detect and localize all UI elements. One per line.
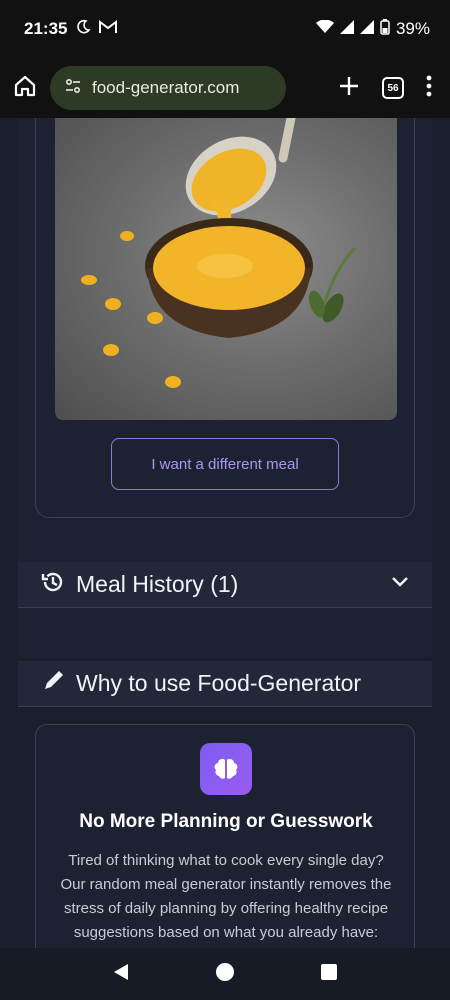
why-use-title: Why to use Food-Generator [76,670,362,696]
battery-icon [380,18,390,40]
gmail-icon [99,19,118,39]
new-tab-icon[interactable] [338,75,360,102]
status-bar: 21:35 39% [0,0,450,58]
system-navigation-bar [0,948,450,1000]
history-icon [40,569,66,600]
site-settings-icon[interactable] [64,77,82,100]
url-text[interactable]: food-generator.com [92,78,239,98]
feature-title: No More Planning or Guesswork [79,811,373,832]
why-use-header: Why to use Food-Generator [18,661,432,707]
page-content: I want a different meal Meal History (1)… [0,118,450,948]
sauce-bowl-illustration [81,118,357,388]
chevron-down-icon[interactable] [390,575,410,594]
brain-icon [200,743,252,795]
signal-icon [339,19,354,39]
recents-icon[interactable] [320,963,338,986]
back-icon[interactable] [112,962,130,987]
home-icon[interactable] [12,73,38,104]
tab-switcher-button[interactable]: 56 [382,77,404,99]
meal-image [55,118,397,420]
status-time: 21:35 [24,19,68,38]
different-meal-button[interactable]: I want a different meal [111,438,339,490]
feature-card: No More Planning or Guesswork Tired of t… [35,724,415,948]
meal-history-title: Meal History (1) [76,571,239,597]
feature-description: Tired of thinking what to cook every sin… [60,852,392,941]
wifi-icon [315,19,334,39]
pencil-icon [40,668,66,699]
browser-toolbar: food-generator.com 56 [0,58,450,118]
battery-percent: 39% [395,19,430,38]
more-menu-icon[interactable] [426,75,432,102]
address-bar[interactable]: food-generator.com [50,66,286,110]
do-not-disturb-icon [75,19,91,40]
home-nav-icon[interactable] [215,962,235,987]
meal-history-header[interactable]: Meal History (1) [18,562,432,608]
roaming-signal-icon [359,19,374,39]
